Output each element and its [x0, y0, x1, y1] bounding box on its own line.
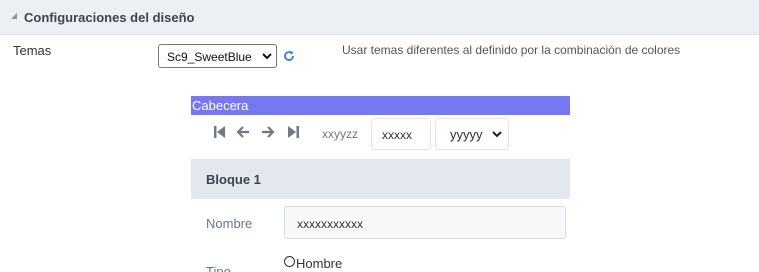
- themes-help-text: Usar temas diferentes al definido por la…: [342, 43, 681, 57]
- preview-header-bar: Cabecera: [191, 96, 570, 115]
- block-header: Bloque 1: [191, 159, 570, 199]
- block-title: Bloque 1: [206, 172, 261, 187]
- name-label: Nombre: [206, 216, 253, 231]
- chevron-down-icon: [492, 131, 502, 138]
- theme-preview: Cabecera xxyyzz xxxxx yyyyy Bloque 1 Nom…: [191, 96, 570, 272]
- name-input-value: xxxxxxxxxxx: [297, 217, 363, 231]
- type-label: Tipo: [206, 264, 231, 272]
- toolbar-input[interactable]: xxxxx: [371, 118, 431, 150]
- toolbar-input-value: xxxxx: [382, 128, 412, 142]
- themes-label: Temas: [13, 43, 52, 58]
- preview-header-title: Cabecera: [192, 98, 249, 113]
- arrow-left-icon[interactable]: [236, 125, 250, 139]
- radio-hombre-label: Hombre: [296, 256, 343, 271]
- refresh-icon[interactable]: [283, 50, 295, 62]
- theme-select[interactable]: Sc9_SweetBlue: [158, 44, 277, 68]
- toolbar-select[interactable]: yyyyy: [435, 118, 509, 150]
- preview-toolbar: xxyyzz xxxxx yyyyy: [191, 115, 570, 159]
- toolbar-text: xxyyzz: [322, 127, 358, 141]
- section-title: Configuraciones del diseño: [24, 10, 195, 25]
- arrow-right-icon[interactable]: [261, 125, 275, 139]
- collapse-triangle-icon[interactable]: [11, 13, 17, 19]
- toolbar-select-value: yyyyy: [450, 127, 483, 142]
- chevron-down-icon: [262, 53, 272, 60]
- first-page-icon[interactable]: [213, 125, 227, 139]
- last-page-icon[interactable]: [286, 125, 300, 139]
- radio-hombre[interactable]: [284, 256, 295, 267]
- name-input[interactable]: xxxxxxxxxxx: [284, 206, 566, 239]
- theme-select-value: Sc9_SweetBlue: [167, 50, 252, 64]
- section-header[interactable]: Configuraciones del diseño: [0, 0, 759, 35]
